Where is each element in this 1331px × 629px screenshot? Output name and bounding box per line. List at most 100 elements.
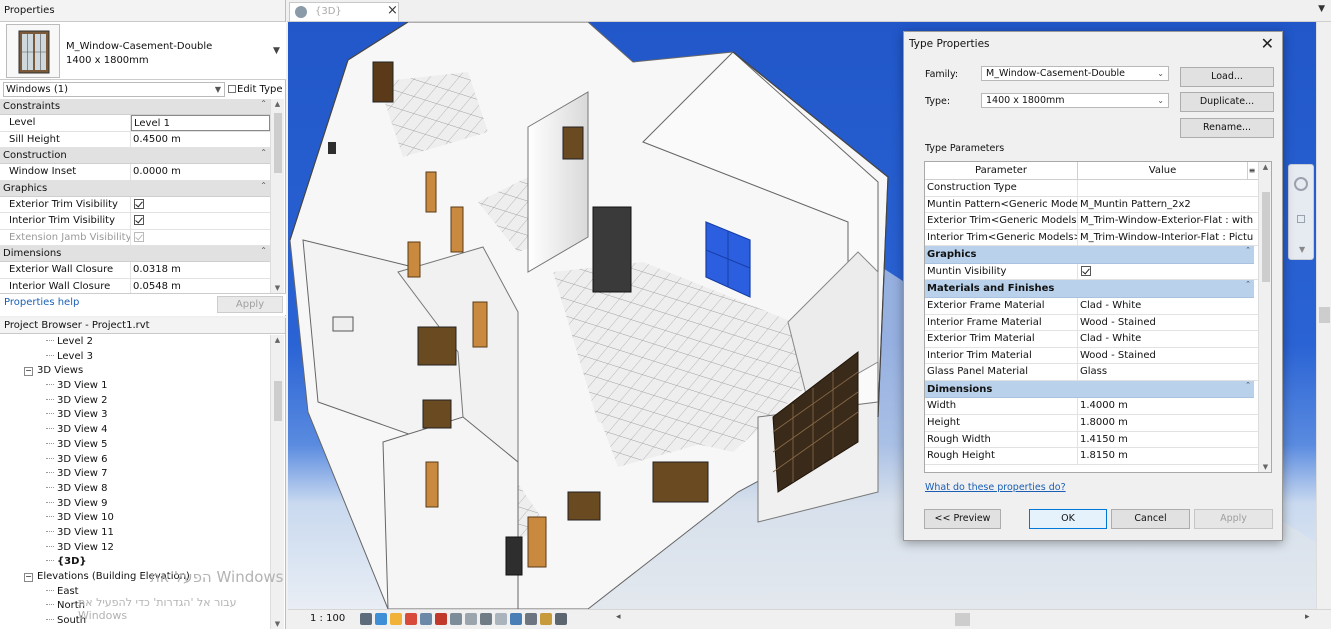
browser-tree-item[interactable]: Level 2 xyxy=(0,335,270,350)
shadows-icon[interactable] xyxy=(405,613,417,625)
lock-view-icon[interactable] xyxy=(465,613,477,625)
level-field[interactable]: Level 1 xyxy=(131,115,270,131)
ok-button[interactable]: OK xyxy=(1029,509,1107,529)
dialog-apply-button[interactable]: Apply xyxy=(1194,509,1273,529)
chevron-down-icon[interactable]: ▼ xyxy=(1299,245,1305,254)
collapse-icon[interactable]: ⌃ xyxy=(1245,276,1251,294)
group-header-materials[interactable]: Materials and Finishes ⌃ xyxy=(925,280,1254,298)
exterior-trim-checkbox[interactable] xyxy=(134,198,144,209)
property-row[interactable]: Interior Wall Closure 0.0548 m xyxy=(0,278,270,294)
parameter-value[interactable]: Clad - White xyxy=(1078,298,1254,314)
collapse-icon[interactable]: ⌃ xyxy=(260,178,267,194)
window-inset-field[interactable]: 0.0000 m xyxy=(131,164,270,180)
table-row[interactable]: Exterior Trim<Generic Models> M_Trim-Wind… xyxy=(925,213,1271,230)
visual-style-icon[interactable] xyxy=(375,613,387,625)
property-row[interactable]: Interior Trim Visibility xyxy=(0,213,270,230)
scroll-thumb[interactable] xyxy=(1319,307,1330,323)
browser-tree-item[interactable]: 3D View 11 xyxy=(0,526,270,541)
browser-tree-item[interactable]: 3D View 3 xyxy=(0,408,270,423)
browser-tree-item[interactable]: 3D View 2 xyxy=(0,394,270,409)
browser-tree-item[interactable]: 3D View 1 xyxy=(0,379,270,394)
instance-filter-select[interactable]: Windows (1) ▼ xyxy=(3,82,225,97)
scroll-up-icon[interactable]: ▲ xyxy=(1259,163,1271,171)
interior-wall-closure-field[interactable]: 0.0548 m xyxy=(131,279,270,294)
parameter-value[interactable]: M_Muntin Pattern_2x2 xyxy=(1078,197,1254,213)
group-header[interactable]: Construction ⌃ xyxy=(0,148,270,164)
table-row[interactable]: Interior Trim<Generic Models> M_Trim-Wind… xyxy=(925,229,1271,247)
parameter-value[interactable]: 1.8000 m xyxy=(1078,415,1254,431)
exterior-wall-closure-field[interactable]: 0.0318 m xyxy=(131,262,270,278)
parameter-value[interactable]: 1.4000 m xyxy=(1078,398,1254,414)
parameter-value[interactable]: Clad - White xyxy=(1078,331,1254,347)
parameter-value[interactable]: 1.8150 m xyxy=(1078,448,1254,464)
column-menu-icon[interactable]: ≡ xyxy=(1248,162,1256,179)
parameter-value[interactable]: Glass xyxy=(1078,364,1254,380)
scroll-left-icon[interactable]: ◂ xyxy=(616,612,621,622)
close-icon[interactable]: ✕ xyxy=(1261,34,1274,53)
table-row[interactable]: Interior Frame Material Wood - Stained xyxy=(925,314,1271,332)
browser-tree-item[interactable]: 3D View 12 xyxy=(0,541,270,556)
scroll-down-icon[interactable]: ▼ xyxy=(271,284,284,292)
worksharing-icon[interactable] xyxy=(555,613,567,625)
scroll-thumb[interactable] xyxy=(1262,192,1270,282)
collapse-icon[interactable]: − xyxy=(24,573,33,582)
highlight-displacement-icon[interactable] xyxy=(525,613,537,625)
scroll-thumb[interactable] xyxy=(274,113,282,173)
browser-tree-item[interactable]: 3D View 9 xyxy=(0,497,270,512)
parameter-value[interactable]: M_Trim-Window-Exterior-Flat : with xyxy=(1078,213,1254,229)
browser-tree-item[interactable]: Level 3 xyxy=(0,350,270,365)
table-row[interactable]: Rough Width 1.4150 m xyxy=(925,431,1271,449)
table-row[interactable]: Interior Trim Material Wood - Stained xyxy=(925,347,1271,365)
table-row[interactable]: Height 1.8000 m xyxy=(925,415,1271,432)
muntin-visibility-checkbox[interactable] xyxy=(1081,265,1091,276)
duplicate-button[interactable]: Duplicate... xyxy=(1180,92,1274,112)
scroll-thumb[interactable] xyxy=(274,381,282,421)
table-row[interactable]: Muntin Visibility xyxy=(925,263,1271,281)
column-header-value[interactable]: Value xyxy=(1078,162,1248,179)
sun-path-icon[interactable] xyxy=(390,613,402,625)
type-select[interactable]: 1400 x 1800mm ⌄ xyxy=(981,93,1169,108)
properties-scrollbar[interactable]: ▲ ▼ xyxy=(270,99,284,293)
property-row[interactable]: Window Inset 0.0000 m xyxy=(0,164,270,181)
temporary-hide-icon[interactable] xyxy=(480,613,492,625)
sill-height-field[interactable]: 0.4500 m xyxy=(131,132,270,148)
table-row[interactable]: Glass Panel Material Glass xyxy=(925,364,1271,381)
table-row[interactable]: Construction Type xyxy=(925,180,1271,197)
collapse-icon[interactable]: − xyxy=(24,367,33,377)
load-button[interactable]: Load... xyxy=(1180,67,1274,87)
zoom-icon[interactable] xyxy=(1297,215,1305,223)
property-row[interactable]: Exterior Trim Visibility xyxy=(0,196,270,213)
reveal-hidden-icon[interactable] xyxy=(495,613,507,625)
table-row[interactable]: Muntin Pattern<Generic Models M_Muntin Pa… xyxy=(925,196,1271,214)
interior-trim-checkbox[interactable] xyxy=(134,215,144,225)
collapse-icon[interactable]: ⌃ xyxy=(260,243,267,259)
group-header[interactable]: Graphics ⌃ xyxy=(0,178,270,197)
viewport-vertical-scrollbar[interactable] xyxy=(1316,22,1331,609)
column-header-parameter[interactable]: Parameter xyxy=(925,162,1078,179)
detail-level-icon[interactable] xyxy=(360,613,372,625)
show-crop-icon[interactable] xyxy=(450,613,462,625)
parameter-value[interactable]: Wood - Stained xyxy=(1078,315,1254,331)
parameter-value[interactable]: 1.4150 m xyxy=(1078,432,1254,448)
analytical-model-icon[interactable] xyxy=(510,613,522,625)
properties-help-link[interactable]: Properties help xyxy=(4,297,79,308)
collapse-icon[interactable]: ⌃ xyxy=(1245,242,1251,260)
browser-tree-item[interactable]: 3D View 8 xyxy=(0,482,270,497)
collapse-icon[interactable]: ⌃ xyxy=(1245,377,1251,395)
apply-button[interactable]: Apply xyxy=(217,296,283,313)
browser-tree-item[interactable]: −3D Views xyxy=(0,364,270,379)
viewcube-icon[interactable]: ▼ xyxy=(1288,164,1314,260)
scroll-down-icon[interactable]: ▼ xyxy=(1259,463,1271,471)
group-header[interactable]: Dimensions ⌃ xyxy=(0,246,270,262)
browser-tree-item[interactable]: 3D View 10 xyxy=(0,511,270,526)
render-icon[interactable] xyxy=(420,613,432,625)
parameter-value[interactable] xyxy=(1078,180,1254,196)
scroll-up-icon[interactable]: ▲ xyxy=(271,100,284,108)
view-scale[interactable]: 1 : 100 xyxy=(310,613,345,624)
table-row[interactable]: Width 1.4000 m xyxy=(925,398,1271,416)
group-header-graphics[interactable]: Graphics ⌃ xyxy=(925,246,1254,264)
steering-wheel-icon[interactable] xyxy=(1294,177,1308,191)
table-row[interactable]: Rough Height 1.8150 m xyxy=(925,448,1271,465)
property-row[interactable]: Sill Height 0.4500 m xyxy=(0,131,270,148)
table-row[interactable]: Exterior Frame Material Clad - White xyxy=(925,297,1271,315)
